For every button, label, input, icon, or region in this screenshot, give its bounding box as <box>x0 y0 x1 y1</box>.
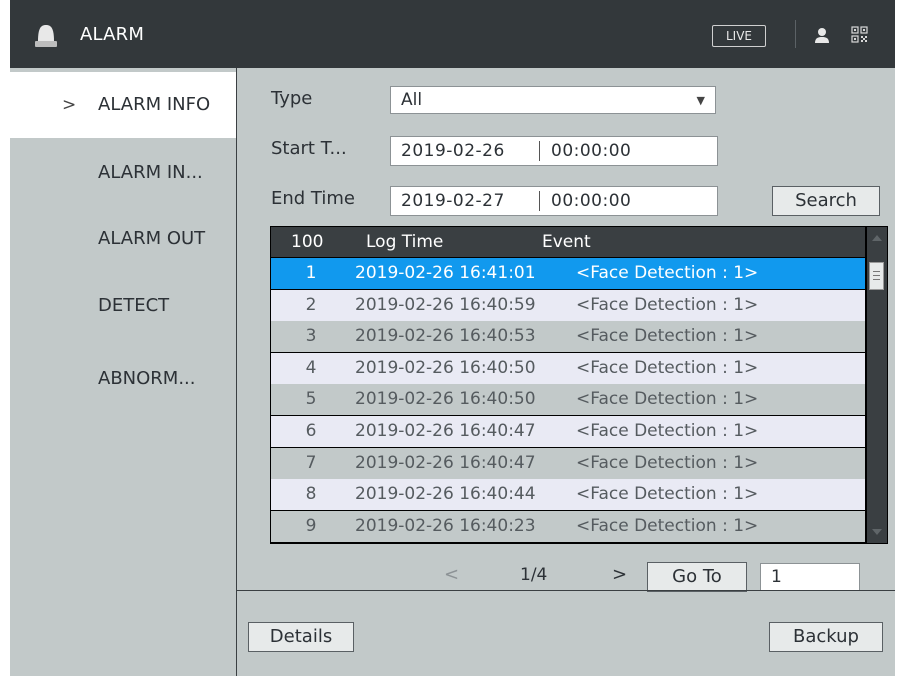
table-row[interactable]: 8 2019-02-26 16:40:44 <Face Detection : … <box>271 479 865 510</box>
search-button[interactable]: Search <box>772 186 880 216</box>
table-row[interactable]: 9 2019-02-26 16:40:23 <Face Detection : … <box>271 511 865 542</box>
user-icon[interactable] <box>813 26 831 44</box>
row-event: <Face Detection : 1> <box>576 389 759 409</box>
row-log-time: 2019-02-26 16:40:50 <box>355 389 536 409</box>
row-log-time: 2019-02-26 16:41:01 <box>355 263 536 283</box>
sidebar-border <box>236 68 237 676</box>
row-number: 7 <box>305 453 317 473</box>
row-number: 1 <box>305 263 317 283</box>
row-event: <Face Detection : 1> <box>576 421 759 441</box>
row-number: 6 <box>305 421 317 441</box>
column-count: 100 <box>291 232 324 252</box>
chevron-down-icon: ▼ <box>696 94 705 107</box>
end-date[interactable]: 2019-02-27 <box>401 187 505 215</box>
page-indicator: 1/4 <box>520 565 548 585</box>
column-event: Event <box>542 232 591 252</box>
qr-code-icon[interactable] <box>851 26 868 43</box>
page-title: ALARM <box>80 24 145 45</box>
row-event: <Face Detection : 1> <box>576 295 759 315</box>
row-log-time: 2019-02-26 16:40:53 <box>355 326 536 346</box>
sidebar-item-abnormality[interactable]: ABNORM... <box>10 346 236 412</box>
sidebar-item-alarm-out[interactable]: ALARM OUT <box>10 206 236 272</box>
sidebar: > ALARM INFO ALARM IN... ALARM OUT DETEC… <box>10 68 236 676</box>
row-number: 4 <box>305 358 317 378</box>
sidebar-item-label: DETECT <box>98 295 170 316</box>
row-event: <Face Detection : 1> <box>576 516 759 536</box>
go-to-page-input[interactable]: 1 <box>760 563 860 591</box>
top-bar: ALARM LIVE <box>10 0 895 68</box>
row-log-time: 2019-02-26 16:40:50 <box>355 358 536 378</box>
type-label: Type <box>271 88 313 109</box>
table-row[interactable]: 4 2019-02-26 16:40:50 <Face Detection : … <box>271 353 865 384</box>
next-page-button[interactable]: > <box>612 564 627 585</box>
row-log-time: 2019-02-26 16:40:23 <box>355 516 536 536</box>
table-body: 1 2019-02-26 16:41:01 <Face Detection : … <box>271 258 865 543</box>
row-number: 9 <box>305 516 317 536</box>
field-separator <box>539 191 540 211</box>
prev-page-button[interactable]: < <box>444 564 459 585</box>
table-row[interactable]: 6 2019-02-26 16:40:47 <Face Detection : … <box>271 416 865 447</box>
row-number: 3 <box>305 326 317 346</box>
column-log-time: Log Time <box>366 232 444 252</box>
row-log-time: 2019-02-26 16:40:59 <box>355 295 536 315</box>
row-number: 8 <box>305 484 317 504</box>
backup-button[interactable]: Backup <box>769 622 883 652</box>
type-select-value: All <box>401 90 423 110</box>
sidebar-item-alarm-in[interactable]: ALARM IN... <box>10 140 236 206</box>
table-row[interactable]: 7 2019-02-26 16:40:47 <Face Detection : … <box>271 448 865 479</box>
log-table: 100 Log Time Event 1 2019-02-26 16:41:01… <box>270 226 888 544</box>
details-button[interactable]: Details <box>248 622 354 652</box>
row-event: <Face Detection : 1> <box>576 263 759 283</box>
table-row[interactable]: 2 2019-02-26 16:40:59 <Face Detection : … <box>271 290 865 321</box>
row-event: <Face Detection : 1> <box>576 326 759 346</box>
table-scrollbar[interactable] <box>867 227 887 543</box>
row-number: 2 <box>305 295 317 315</box>
table-row[interactable]: 3 2019-02-26 16:40:53 <Face Detection : … <box>271 321 865 352</box>
go-to-button[interactable]: Go To <box>647 562 747 592</box>
field-separator <box>539 141 540 161</box>
scroll-up-icon[interactable] <box>872 235 882 241</box>
table-header: 100 Log Time Event <box>271 227 865 257</box>
sidebar-item-label: ABNORM... <box>98 368 196 389</box>
alarm-bell-icon <box>35 25 57 47</box>
row-number: 5 <box>305 389 317 409</box>
row-event: <Face Detection : 1> <box>576 453 759 473</box>
sidebar-item-alarm-info[interactable]: > ALARM INFO <box>10 72 236 138</box>
type-select[interactable]: All ▼ <box>390 86 716 114</box>
live-button[interactable]: LIVE <box>712 25 766 47</box>
sidebar-item-label: ALARM OUT <box>98 228 206 249</box>
sidebar-item-label: ALARM IN... <box>98 162 203 183</box>
row-event: <Face Detection : 1> <box>576 358 759 378</box>
scrollbar-thumb[interactable] <box>869 262 884 290</box>
sidebar-item-detect[interactable]: DETECT <box>10 273 236 339</box>
table-row[interactable]: 5 2019-02-26 16:40:50 <Face Detection : … <box>271 384 865 415</box>
end-time[interactable]: 00:00:00 <box>551 187 631 215</box>
start-time-field[interactable]: 2019-02-26 00:00:00 <box>390 136 718 166</box>
start-date[interactable]: 2019-02-26 <box>401 137 505 165</box>
chevron-right-icon: > <box>62 95 77 115</box>
row-event: <Face Detection : 1> <box>576 484 759 504</box>
start-time[interactable]: 00:00:00 <box>551 137 631 165</box>
footer-divider <box>237 590 895 591</box>
end-time-label: End Time <box>271 188 355 209</box>
row-log-time: 2019-02-26 16:40:47 <box>355 421 536 441</box>
table-row[interactable]: 1 2019-02-26 16:41:01 <Face Detection : … <box>271 258 865 289</box>
scroll-down-icon[interactable] <box>872 529 882 535</box>
sidebar-item-label: ALARM INFO <box>98 94 211 115</box>
start-time-label: Start T... <box>271 138 347 159</box>
end-time-field[interactable]: 2019-02-27 00:00:00 <box>390 186 718 216</box>
row-log-time: 2019-02-26 16:40:44 <box>355 484 536 504</box>
row-log-time: 2019-02-26 16:40:47 <box>355 453 536 473</box>
header-divider <box>795 20 796 48</box>
